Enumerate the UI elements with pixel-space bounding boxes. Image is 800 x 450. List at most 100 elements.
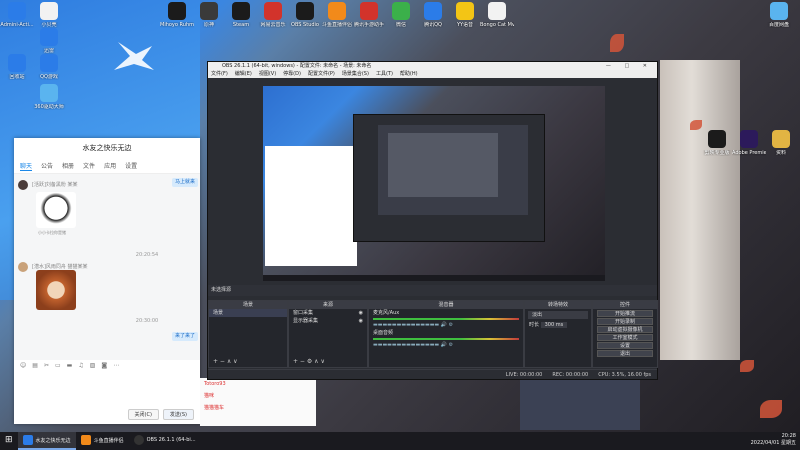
taskbar-item-obs[interactable]: OBS 26.1.1 (64-bi...	[129, 432, 201, 450]
mic-icon[interactable]: ◙	[101, 362, 107, 370]
obs-title: OBS 26.1.1 (64-bit, windows) - 配置文件: 未命名…	[222, 63, 372, 69]
desktop-icon[interactable]: 腾讯QQ	[416, 2, 450, 28]
desktop-icon[interactable]: 迅雷	[32, 28, 66, 54]
taskbar-item-chat[interactable]: 水友之快乐无边	[17, 432, 76, 450]
image-icon[interactable]: ▨	[90, 362, 96, 370]
transitions-header: 转场特效	[525, 301, 591, 309]
folder-icon[interactable]: ▬	[67, 362, 73, 370]
app-icon	[8, 2, 26, 20]
app-icon	[40, 2, 58, 20]
obs-window[interactable]: OBS 26.1.1 (64-bit, windows) - 配置文件: 未命名…	[207, 61, 658, 380]
obs-statusbar: LIVE: 00:00:00 REC: 00:00:00 CPU: 3.5%, …	[208, 369, 657, 379]
mixer-dock: 混音器 麦克风/Aux ▬▬▬▬▬▬▬▬▬▬▬▬▬▬ 🔊 ⚙ 桌面音频 ▬▬▬▬…	[368, 300, 524, 368]
source-item[interactable]: 显示器采集 ◉	[289, 317, 367, 325]
red-panda-sticker[interactable]	[36, 270, 76, 310]
eye-icon[interactable]: ◉	[359, 309, 363, 317]
petal	[610, 34, 624, 52]
obs-preview[interactable]	[263, 86, 605, 281]
menu-tools[interactable]: 工具(T)	[376, 70, 393, 78]
system-tray-clock[interactable]: 20:28 2022/04/01 星期五	[751, 433, 796, 447]
more-icon[interactable]: ⋯	[113, 362, 119, 370]
music-icon[interactable]: ♫	[78, 362, 83, 370]
desktop-icon[interactable]: 斗鱼直播伴侣	[320, 2, 354, 28]
scene-item[interactable]: 场景	[209, 309, 287, 317]
start-button[interactable]: ⊞	[0, 432, 18, 450]
desktop-icon[interactable]: 网易云音乐	[256, 2, 290, 28]
menu-edit[interactable]: 编辑(E)	[235, 70, 252, 78]
avatar[interactable]	[18, 180, 28, 190]
tab-announcement[interactable]: 公告	[41, 161, 53, 170]
desktop-icon[interactable]: 资料	[764, 130, 798, 156]
petal	[760, 400, 782, 418]
desktop-icon[interactable]: 腾讯手游助手	[352, 2, 386, 28]
member-item[interactable]: 猫咪	[200, 390, 316, 402]
desktop-icon[interactable]: Adobe Premiere	[732, 130, 766, 156]
tab-apps[interactable]: 应用	[104, 161, 116, 170]
desktop-icon-label: Admini-Acti...	[0, 22, 34, 28]
panda-sticker[interactable]	[36, 192, 76, 228]
emoji-icon[interactable]: ☺	[20, 362, 26, 370]
scenes-controls[interactable]: + − ∧ ∨	[209, 357, 287, 367]
app-icon	[328, 2, 346, 20]
desktop-icon[interactable]: 小贝壳	[32, 2, 66, 28]
member-item[interactable]: 猫猫猫车	[200, 402, 316, 414]
source-item[interactable]: 窗口采集 ◉	[289, 309, 367, 317]
scissors-icon[interactable]: ✂	[44, 362, 49, 370]
menu-scene-collection[interactable]: 场景集合(S)	[342, 70, 369, 78]
duration-input[interactable]: 300 ms	[540, 322, 568, 328]
desktop-icon[interactable]: 原神	[192, 2, 226, 28]
desktop-icon[interactable]: YY语音	[448, 2, 482, 28]
desktop-icon[interactable]: 百度网盘	[762, 2, 796, 28]
desktop-icon[interactable]: Steam	[224, 2, 258, 28]
transition-select[interactable]: 淡出	[528, 311, 588, 319]
desktop-icon-label: QQ游戏	[40, 74, 58, 80]
desktop-icon[interactable]: 剪映专业版	[700, 130, 734, 156]
chat-message-list[interactable]: [活跃]刘备黑粉 某某 小小卡拉你是猪 马上就来 20:20:54 [潜水]风雨…	[14, 174, 200, 360]
app-icon	[740, 130, 758, 148]
exit-button[interactable]: 退出	[597, 350, 653, 357]
desktop-icon[interactable]: Admini-Acti...	[0, 2, 34, 28]
gif-icon[interactable]: ▤	[32, 362, 38, 370]
virtual-camera-button[interactable]: 启动虚拟摄像机	[597, 326, 653, 333]
start-recording-button[interactable]: 开始录制	[597, 318, 653, 325]
menu-help[interactable]: 帮助(H)	[400, 70, 418, 78]
menu-file[interactable]: 文件(F)	[211, 70, 228, 78]
desktop-icon[interactable]: 回收站	[0, 54, 34, 80]
desktop-icon[interactable]: 360驱动大师	[32, 84, 66, 110]
group-chat-window[interactable]: 水友之快乐无边 聊天 公告 相册 文件 应用 设置 [活跃]刘备黑粉 某某 小小…	[14, 138, 200, 424]
desktop-icon[interactable]: Mihoyo Ruhm	[160, 2, 194, 28]
eye-icon[interactable]: ◉	[359, 317, 363, 325]
settings-button[interactable]: 设置	[597, 342, 653, 349]
close-button[interactable]: 关闭(C)	[127, 409, 159, 420]
desktop-icon[interactable]: OBS Studio	[288, 2, 322, 28]
volume-slider[interactable]: ▬▬▬▬▬▬▬▬▬▬▬▬▬▬ 🔊 ⚙	[369, 341, 523, 349]
menu-docks[interactable]: 停靠(D)	[283, 70, 301, 78]
send-button[interactable]: 发送(S)	[162, 409, 194, 420]
desktop-icon-label: 资料	[775, 150, 786, 156]
avatar[interactable]	[18, 262, 28, 272]
obs-titlebar[interactable]: OBS 26.1.1 (64-bit, windows) - 配置文件: 未命名…	[208, 62, 657, 70]
desktop-icon-label: 回收站	[9, 74, 25, 80]
tab-chat[interactable]: 聊天	[20, 161, 33, 171]
studio-mode-button[interactable]: 工作室模式	[597, 334, 653, 341]
volume-slider[interactable]: ▬▬▬▬▬▬▬▬▬▬▬▬▬▬ 🔊 ⚙	[369, 321, 523, 329]
desktop-icon-label: OBS Studio	[291, 22, 319, 28]
tab-album[interactable]: 相册	[62, 161, 74, 170]
sticker-caption: 小小卡拉你是猪	[38, 230, 66, 235]
desktop-icon[interactable]: QQ游戏	[32, 54, 66, 80]
tab-settings[interactable]: 设置	[125, 161, 137, 170]
taskbar-item-douyu[interactable]: 斗鱼直播伴侣	[76, 432, 129, 450]
start-streaming-button[interactable]: 开始推流	[597, 310, 653, 317]
desktop-icon[interactable]: Bongo Cat Mver	[480, 2, 514, 28]
mixer-track-label: 桌面音频	[373, 330, 394, 336]
tab-files[interactable]: 文件	[83, 161, 95, 170]
window-controls[interactable]: — □ ✕	[606, 62, 653, 70]
sources-controls[interactable]: + − ⚙ ∧ ∨	[289, 357, 367, 367]
source-toolbar: 未选择源	[208, 285, 657, 296]
menu-view[interactable]: 视图(V)	[259, 70, 276, 78]
desktop-icon[interactable]: 微信	[384, 2, 418, 28]
scenes-header: 场景	[209, 301, 287, 309]
app-icon	[392, 2, 410, 20]
menu-profile[interactable]: 配置文件(P)	[308, 70, 335, 78]
file-icon[interactable]: ▭	[55, 362, 61, 370]
